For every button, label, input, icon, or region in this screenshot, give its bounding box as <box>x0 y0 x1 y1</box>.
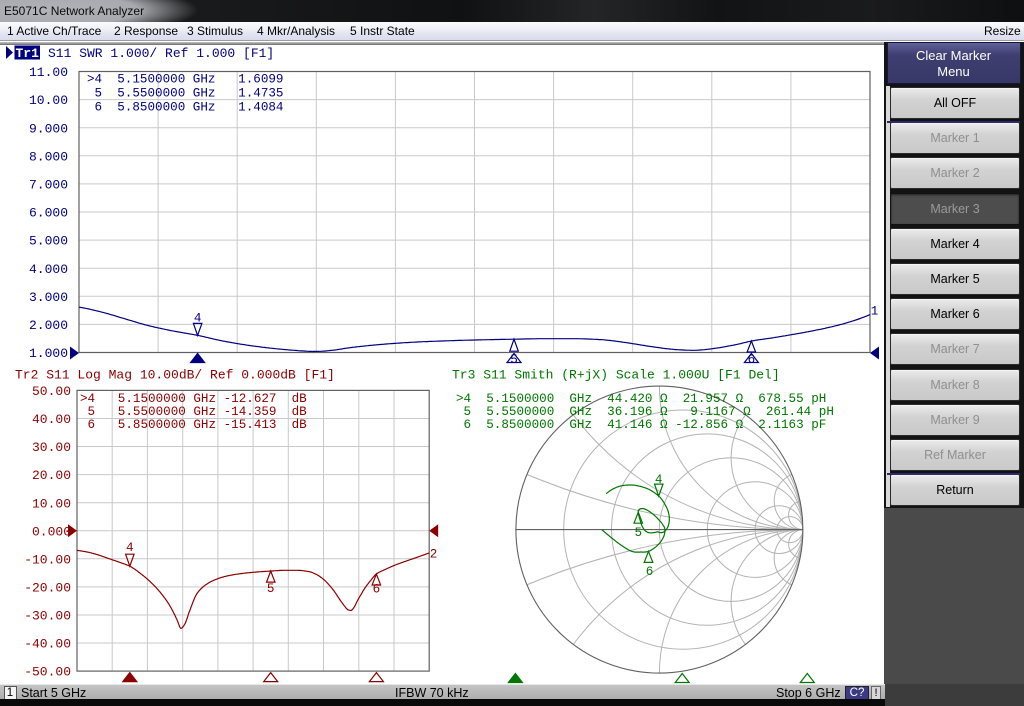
svg-text:Tr1: Tr1 <box>15 46 39 61</box>
svg-text:1: 1 <box>871 305 879 319</box>
svg-text:Tr3 S11 Smith (R+jX) Scale 1.0: Tr3 S11 Smith (R+jX) Scale 1.000U [F1 De… <box>452 368 780 383</box>
svg-text:Tr2 S11 Log Mag 10.00dB/ Ref 0: Tr2 S11 Log Mag 10.00dB/ Ref 0.000dB [F1… <box>15 368 335 383</box>
svg-text:30.00: 30.00 <box>32 440 71 455</box>
svg-text:6 5.8500000 GHz -15.413 dB: 6 5.8500000 GHz -15.413 dB <box>80 418 307 432</box>
svg-text:4.000: 4.000 <box>29 262 68 277</box>
svg-text:4: 4 <box>126 541 134 555</box>
svg-text:1.000: 1.000 <box>29 346 68 361</box>
svg-text:>4 5.1500000 GHz -12.627 dB: >4 5.1500000 GHz -12.627 dB <box>80 392 307 406</box>
svg-text:7.000: 7.000 <box>29 178 68 193</box>
svg-text:5: 5 <box>635 526 643 540</box>
svg-text:5.000: 5.000 <box>29 234 68 249</box>
svg-text:5: 5 <box>510 353 518 367</box>
svg-text:20.00: 20.00 <box>32 468 71 483</box>
svg-text:6: 6 <box>646 565 654 579</box>
svg-text:-40.00: -40.00 <box>24 637 71 652</box>
svg-text:8.000: 8.000 <box>29 149 68 164</box>
svg-text:10.00: 10.00 <box>32 496 71 511</box>
svg-text:-50.00: -50.00 <box>24 665 71 680</box>
svg-text:10.00: 10.00 <box>29 93 68 108</box>
svg-text:>4 5.1500000 GHz 1.6099: >4 5.1500000 GHz 1.6099 <box>87 73 284 87</box>
svg-text:50.00: 50.00 <box>32 384 71 399</box>
svg-text:6: 6 <box>748 353 756 367</box>
svg-text:9.000: 9.000 <box>29 121 68 136</box>
svg-text:6 5.8500000 GHz 41.146 Ω -1: 6 5.8500000 GHz 41.146 Ω -12.856 Ω 2.116… <box>456 418 826 432</box>
svg-text:-10.00: -10.00 <box>24 552 71 567</box>
svg-text:6.000: 6.000 <box>29 206 68 221</box>
svg-text:5 5.5500000 GHz -14.359 dB: 5 5.5500000 GHz -14.359 dB <box>80 405 307 419</box>
svg-text:-20.00: -20.00 <box>24 581 71 596</box>
svg-text:6: 6 <box>373 583 381 597</box>
svg-text:3.000: 3.000 <box>29 290 68 305</box>
svg-text:5 5.5500000 GHz 1.4735: 5 5.5500000 GHz 1.4735 <box>87 87 284 101</box>
svg-text:40.00: 40.00 <box>32 412 71 427</box>
svg-text:>4 5.1500000 GHz 44.420 Ω: >4 5.1500000 GHz 44.420 Ω 21.957 Ω 678.5… <box>456 392 826 406</box>
svg-text:5: 5 <box>267 582 275 596</box>
svg-text:11.00: 11.00 <box>29 65 68 80</box>
svg-text:5 5.5500000 GHz 36.196 Ω: 5 5.5500000 GHz 36.196 Ω 9.1167 Ω 261.44… <box>456 405 834 419</box>
svg-text:-30.00: -30.00 <box>24 609 71 624</box>
svg-text:4: 4 <box>655 473 663 487</box>
svg-text:6 5.8500000 GHz 1.4084: 6 5.8500000 GHz 1.4084 <box>87 101 284 115</box>
svg-text:2.000: 2.000 <box>29 318 68 333</box>
svg-text:2: 2 <box>430 548 438 562</box>
svg-text:0.000: 0.000 <box>32 524 71 539</box>
svg-text:S11 SWR 1.000/ Ref 1.000 [F1]: S11 SWR 1.000/ Ref 1.000 [F1] <box>48 46 274 61</box>
